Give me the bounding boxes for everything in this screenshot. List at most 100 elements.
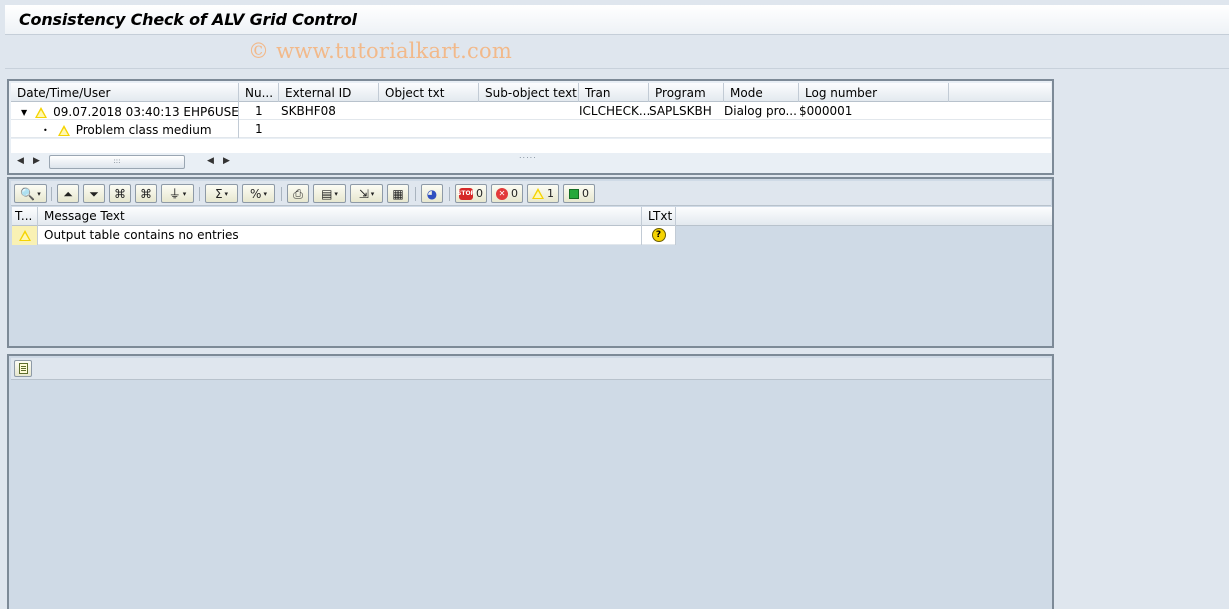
col-log-number[interactable]: Log number [799, 83, 949, 102]
messages-header: T... Message Text LTxt [12, 207, 1052, 226]
print-button[interactable]: ⎙ [287, 184, 309, 203]
dropdown-icon: ▾ [37, 189, 41, 198]
filter-stop-button[interactable]: STOP 0 [455, 184, 487, 203]
scroll-right-icon[interactable]: ▶ [33, 156, 40, 166]
messages-panel: 🔍 ▾ ⏶ ⏷ ⌘ ⌘ ⏚ ▾ Σ ▾ % ▾ ⎙ ▤ ▾ ⇲ ▾ ▦ ◕ STOP 0 ✕ 0… [7, 177, 1054, 350]
col-sub-object-text[interactable]: Sub-object text [479, 83, 579, 102]
separator [51, 187, 52, 201]
cell-mode: Dialog pro... [724, 104, 797, 118]
separator [199, 187, 200, 201]
grid-layout-icon: ▦ [392, 186, 404, 201]
cell-sub-object [479, 102, 579, 120]
table-row[interactable]: Output table contains no entries ? [12, 226, 676, 245]
graphic-button[interactable]: ◕ [421, 184, 443, 203]
cell-object-txt [379, 102, 479, 120]
col-filler [949, 83, 1051, 102]
filter-icon: ⏚ [168, 186, 181, 201]
scroll-left-icon[interactable]: ◀ [207, 156, 214, 166]
log-tree-panel: Date/Time/User Nu... External ID Object … [7, 79, 1054, 175]
filter-button[interactable]: ⏚ ▾ [161, 184, 194, 203]
long-text-toolbar [11, 358, 1051, 380]
question-icon[interactable]: ? [651, 228, 666, 242]
cell-log-number: $000001 [799, 104, 853, 118]
layout-button[interactable]: ▦ [387, 184, 409, 203]
long-text-panel [7, 354, 1054, 609]
right-empty-area [1056, 70, 1229, 609]
title-bar: Consistency Check of ALV Grid Control [5, 5, 1229, 35]
sort-ascending-icon: ⏶ [63, 186, 73, 201]
stop-icon: STOP [457, 187, 475, 200]
cell-number: 1 [255, 104, 263, 118]
glasses-icon: 🔍 [20, 186, 36, 201]
cell-tran: ICLCHECK... [579, 104, 649, 118]
separator [415, 187, 416, 201]
error-count: 0 [511, 187, 518, 200]
scroll-right-icon[interactable]: ▶ [223, 156, 230, 166]
filter-warning-button[interactable]: 1 [527, 184, 559, 203]
col-message-text[interactable]: Message Text [38, 207, 642, 226]
sort-descending-button[interactable]: ⏷ [83, 184, 105, 203]
subtotal-button[interactable]: % ▾ [242, 184, 275, 203]
scroll-left-icon[interactable]: ◀ [17, 156, 24, 166]
message-type-cell [12, 226, 38, 245]
separator [449, 187, 450, 201]
warning-icon [532, 188, 544, 199]
col-number[interactable]: Nu... [239, 83, 279, 102]
col-type[interactable]: T... [12, 207, 38, 226]
page-title: Consistency Check of ALV Grid Control [19, 10, 357, 29]
col-long-text[interactable]: LTxt [642, 207, 676, 226]
subtotal-icon: % [250, 186, 262, 201]
print-icon: ⎙ [293, 186, 303, 201]
col-tran[interactable]: Tran [579, 83, 649, 102]
filter-error-button[interactable]: ✕ 0 [491, 184, 523, 203]
views-button[interactable]: ▤ ▾ [313, 184, 346, 203]
warning-icon [18, 230, 31, 241]
scroll-thumb[interactable]: ::: [49, 155, 185, 169]
cell-external-id: SKBHF08 [281, 104, 336, 118]
dropdown-icon: ▾ [263, 189, 267, 198]
dropdown-icon: ▾ [370, 189, 375, 198]
messages-toolbar: 🔍 ▾ ⏶ ⏷ ⌘ ⌘ ⏚ ▾ Σ ▾ % ▾ ⎙ ▤ ▾ ⇲ ▾ ▦ ◕ STOP 0 ✕ 0… [11, 181, 1051, 206]
col-program[interactable]: Program [649, 83, 724, 102]
find-next-button[interactable]: ⌘ [135, 184, 157, 203]
warning-count: 1 [547, 187, 554, 200]
dropdown-icon: ▾ [334, 189, 338, 198]
find-button[interactable]: ⌘ [109, 184, 131, 203]
splitter-handle[interactable]: ..... [519, 151, 537, 160]
find-next-icon: ⌘ [140, 186, 152, 201]
expand-arrow-icon[interactable]: ▼ [21, 108, 27, 117]
log-tree-header: Date/Time/User Nu... External ID Object … [11, 83, 1051, 102]
cell-program: SAPLSKBH [649, 104, 712, 118]
warning-icon [35, 106, 48, 118]
col-mode[interactable]: Mode [724, 83, 799, 102]
tree-row-log[interactable]: ▼ 09.07.2018 03:40:13 EHP6USEI 1 SKBHF08… [11, 102, 1051, 120]
total-button[interactable]: Σ ▾ [205, 184, 238, 203]
pie-chart-icon: ◕ [426, 186, 438, 201]
col-object-txt[interactable]: Object txt [379, 83, 479, 102]
col-external-id[interactable]: External ID [279, 83, 379, 102]
export-button[interactable]: ⇲ ▾ [350, 184, 383, 203]
splitter-handle[interactable]: ..... [519, 341, 537, 350]
success-count: 0 [582, 187, 589, 200]
error-icon: ✕ [496, 187, 508, 200]
sort-ascending-button[interactable]: ⏶ [57, 184, 79, 203]
binoculars-icon: ⌘ [114, 186, 126, 201]
long-text-cell[interactable]: ? [642, 226, 676, 245]
bullet-icon: • [43, 125, 48, 135]
separator [281, 187, 282, 201]
tree-row-label: Problem class medium [75, 123, 212, 137]
document-icon [18, 363, 28, 374]
sort-descending-icon: ⏷ [89, 186, 99, 201]
col-filler [676, 207, 1052, 226]
views-icon: ▤ [321, 186, 333, 201]
dropdown-icon: ▾ [224, 189, 229, 198]
application-toolbar: © www.tutorialkart.com [5, 36, 1229, 69]
tree-row-problem-class[interactable]: • Problem class medium 1 [11, 120, 1051, 138]
sum-icon: Σ [214, 186, 223, 201]
filter-success-button[interactable]: 0 [563, 184, 595, 203]
details-button[interactable]: 🔍 ▾ [14, 184, 47, 203]
document-button[interactable] [14, 360, 32, 377]
col-date-time-user[interactable]: Date/Time/User [11, 83, 239, 102]
horizontal-scrollbar[interactable]: ◀ ▶ ::: ◀ ▶ ..... [11, 151, 1051, 171]
export-icon: ⇲ [358, 186, 369, 201]
